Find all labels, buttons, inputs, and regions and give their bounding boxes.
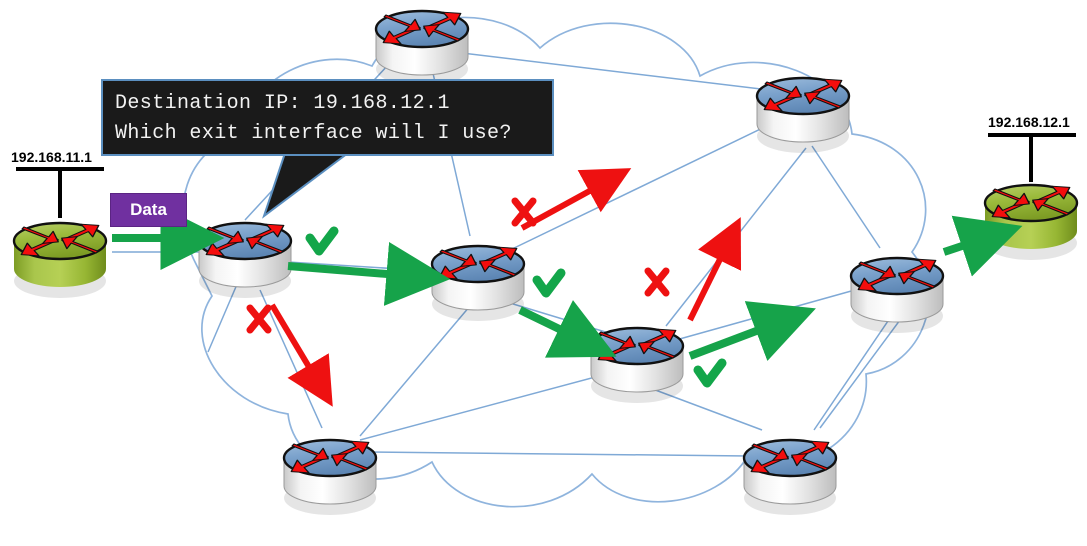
callout-tail — [262, 149, 355, 219]
cross-middle-to-topright — [511, 197, 537, 227]
ip-label-destination: 192.168.12.1 — [988, 114, 1070, 130]
ip-label-stem-source — [16, 167, 104, 218]
arrow-ingress-to-middle — [287, 242, 451, 306]
callout-line-question: Which exit interface will I use? — [115, 122, 512, 145]
check-middle-to-center — [532, 268, 566, 298]
router-top-right[interactable] — [757, 78, 849, 153]
check-ingress-to-middle — [305, 226, 339, 256]
router-callout-bubble: Destination IP: 19.168.12.1 Which exit i… — [101, 79, 554, 156]
router-bottom-right[interactable] — [744, 440, 836, 515]
data-packet-text: Data — [130, 200, 167, 219]
router-top[interactable] — [376, 11, 468, 86]
router-center[interactable] — [591, 328, 683, 403]
check-center-to-right — [693, 358, 727, 388]
router-source[interactable] — [14, 223, 106, 298]
arrow-middle-to-center — [518, 300, 617, 358]
arrow-rejected-down-ingress — [269, 303, 333, 407]
router-bottom-left[interactable] — [284, 440, 376, 515]
arrow-center-to-right — [688, 301, 816, 361]
ip-label-source: 192.168.11.1 — [11, 149, 92, 165]
router-right[interactable] — [851, 258, 943, 333]
arrow-rejected-up-center — [687, 217, 742, 322]
ip-label-stem-destination — [988, 133, 1076, 182]
router-ingress[interactable] — [199, 223, 291, 298]
network-diagram-canvas: Destination IP: 19.168.12.1 Which exit i… — [0, 0, 1087, 546]
cross-center-to-topright — [644, 267, 670, 297]
cross-ingress-to-botleft — [246, 304, 272, 334]
router-destination[interactable] — [985, 185, 1077, 260]
callout-line-destination-ip: Destination IP: 19.168.12.1 — [115, 92, 450, 115]
data-packet-label: Data — [110, 193, 187, 227]
router-middle[interactable] — [432, 246, 524, 321]
